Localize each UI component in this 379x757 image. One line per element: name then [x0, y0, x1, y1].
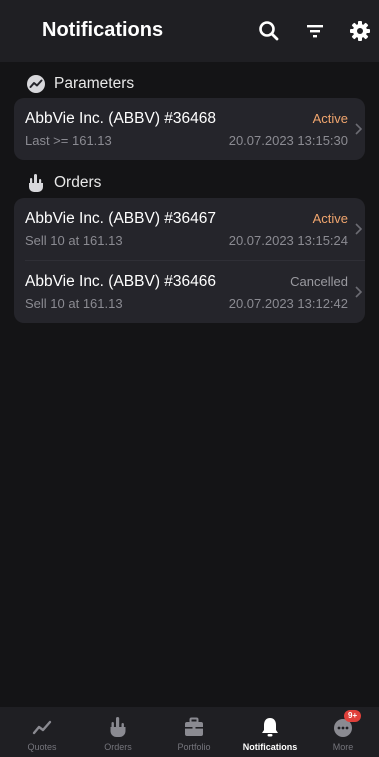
- hand-icon: [107, 716, 129, 738]
- chevron-right-icon: [353, 122, 365, 136]
- nav-label: More: [332, 742, 354, 752]
- trend-icon: [26, 74, 46, 94]
- parameters-card: AbbVie Inc. (ABBV) #36468 Active Last >=…: [14, 98, 365, 160]
- nav-label: Orders: [104, 742, 132, 752]
- chevron-right-icon: [353, 285, 365, 299]
- search-icon[interactable]: [257, 19, 281, 43]
- nav-label: Portfolio: [177, 742, 211, 752]
- nav-item-more[interactable]: 9+ More: [305, 707, 379, 757]
- more-icon: 9+: [332, 710, 362, 738]
- list-item[interactable]: AbbVie Inc. (ABBV) #36466 Cancelled Sell…: [14, 261, 365, 323]
- status-badge: Active: [312, 211, 348, 226]
- notification-count-badge: 9+: [344, 710, 362, 722]
- item-title: AbbVie Inc. (ABBV) #36467: [25, 210, 217, 227]
- list-item[interactable]: AbbVie Inc. (ABBV) #36468 Active Last >=…: [14, 98, 365, 160]
- status-badge: Active: [312, 111, 348, 126]
- hand-icon: [26, 173, 46, 193]
- nav-item-quotes[interactable]: Quotes: [4, 707, 80, 757]
- item-subtitle: Last >= 161.13: [25, 133, 112, 148]
- bell-icon: [259, 716, 281, 738]
- bottom-navigation: Quotes Orders Portfolio Notifications 9+…: [0, 707, 379, 757]
- section-header-orders: Orders: [26, 172, 101, 194]
- item-title: AbbVie Inc. (ABBV) #36468: [25, 110, 217, 127]
- item-subtitle: Sell 10 at 161.13: [25, 233, 123, 248]
- item-timestamp: 20.07.2023 13:15:24: [228, 233, 348, 248]
- nav-label: Notifications: [242, 742, 298, 752]
- briefcase-icon: [183, 716, 205, 738]
- gear-icon[interactable]: [348, 19, 372, 43]
- filter-icon[interactable]: [303, 19, 327, 43]
- chart-line-icon: [31, 716, 53, 738]
- section-header-parameters: Parameters: [26, 73, 134, 95]
- list-item[interactable]: AbbVie Inc. (ABBV) #36467 Active Sell 10…: [14, 198, 365, 260]
- item-subtitle: Sell 10 at 161.13: [25, 296, 123, 311]
- orders-card: AbbVie Inc. (ABBV) #36467 Active Sell 10…: [14, 198, 365, 323]
- top-app-bar: Notifications: [0, 0, 379, 62]
- section-label: Parameters: [54, 75, 135, 92]
- item-title: AbbVie Inc. (ABBV) #36466: [25, 273, 217, 290]
- nav-item-notifications[interactable]: Notifications: [232, 707, 308, 757]
- status-badge: Cancelled: [290, 274, 348, 289]
- nav-item-portfolio[interactable]: Portfolio: [156, 707, 232, 757]
- nav-item-orders[interactable]: Orders: [80, 707, 156, 757]
- nav-label: Quotes: [27, 742, 57, 752]
- section-label: Orders: [54, 174, 102, 191]
- item-timestamp: 20.07.2023 13:12:42: [228, 296, 348, 311]
- item-timestamp: 20.07.2023 13:15:30: [228, 133, 348, 148]
- page-title: Notifications: [42, 19, 164, 41]
- chevron-right-icon: [353, 222, 365, 236]
